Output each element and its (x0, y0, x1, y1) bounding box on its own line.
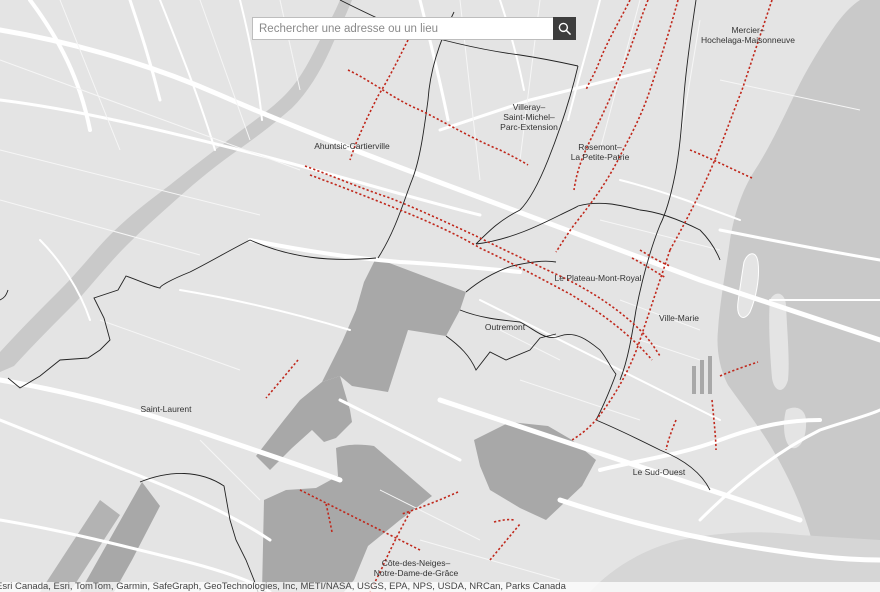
label-line: Notre-Dame-de-Grâce (373, 568, 459, 578)
label-line: La Petite-Patrie (570, 152, 630, 162)
map-canvas[interactable] (0, 0, 880, 592)
label-line: Outremont (484, 322, 526, 332)
label-sudouest: Le Sud-Ouest (626, 467, 692, 477)
label-outremont: Outremont (478, 322, 532, 332)
label-villemarie: Ville-Marie (652, 313, 706, 323)
label-villeray: Villeray– Saint-Michel– Parc-Extension (484, 102, 574, 132)
search-box (252, 17, 576, 40)
search-button[interactable] (553, 17, 576, 40)
search-input[interactable] (253, 18, 553, 39)
map-attribution: Esri Canada, Esri, TomTom, Garmin, SafeG… (0, 582, 880, 592)
label-line: Le Plateau-Mont-Royal (554, 273, 642, 283)
label-line: Ahuntsic-Cartierville (314, 141, 390, 151)
label-line: Saint-Michel– (503, 112, 555, 122)
label-line: Villeray– (512, 102, 546, 112)
label-saintlaurent: Saint-Laurent (136, 404, 196, 414)
label-line: Mercier– (731, 25, 765, 35)
label-mercier: Mercier– Hochelaga-Maisonneuve (700, 25, 796, 45)
label-line: Côte-des-Neiges– (381, 558, 451, 568)
label-line: Saint-Laurent (140, 404, 192, 414)
label-line: Parc-Extension (500, 122, 558, 132)
label-ahuntsic: Ahuntsic-Cartierville (304, 141, 400, 151)
label-cdn: Côte-des-Neiges– Notre-Dame-de-Grâce (364, 558, 468, 578)
label-line: Ville-Marie (659, 313, 699, 323)
label-line: Rosemont– (578, 142, 622, 152)
label-line: Le Sud-Ouest (632, 467, 686, 477)
label-plateau: Le Plateau-Mont-Royal (550, 273, 646, 283)
label-rosemont: Rosemont– La Petite-Patrie (560, 142, 640, 162)
attribution-text: Esri Canada, Esri, TomTom, Garmin, SafeG… (0, 582, 566, 592)
label-line: Hochelaga-Maisonneuve (700, 35, 796, 45)
search-icon (558, 22, 571, 35)
